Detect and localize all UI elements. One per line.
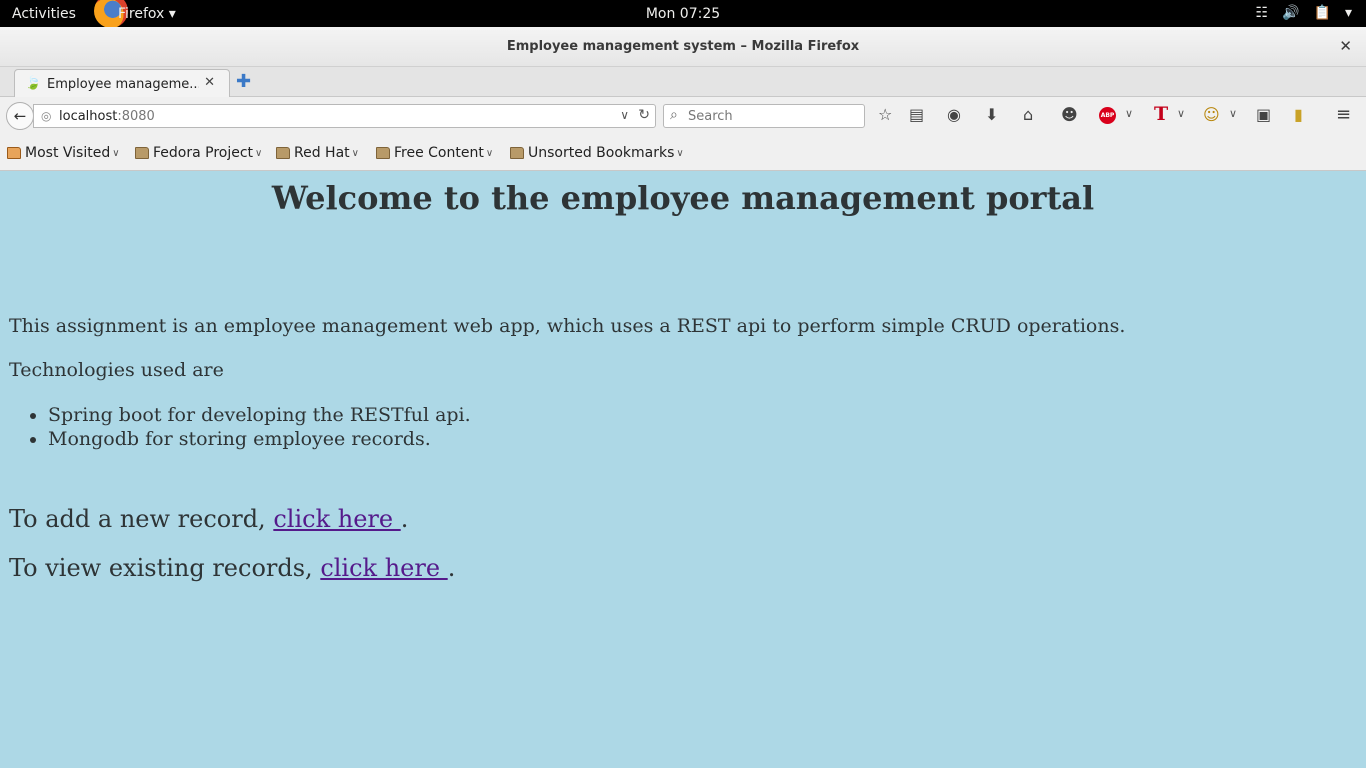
bookmarks-menu-icon[interactable]: ▤ xyxy=(909,106,924,124)
page-title: Welcome to the employee management porta… xyxy=(271,179,1095,217)
tab-close-button[interactable]: ✕ xyxy=(204,75,215,90)
font-extension-icon[interactable]: T xyxy=(1154,103,1168,125)
search-bar[interactable]: ⌕ xyxy=(663,104,865,128)
screenshot-extension-icon[interactable]: ▣ xyxy=(1256,106,1271,124)
window-title-bar: Employee management system – Mozilla Fir… xyxy=(0,27,1366,67)
most-visited-folder-icon xyxy=(7,147,21,159)
add-record-line: To add a new record, click here . xyxy=(9,505,408,533)
view-records-link[interactable]: click here xyxy=(320,554,447,582)
search-icon: ⌕ xyxy=(670,107,678,123)
add-record-period: . xyxy=(400,505,409,533)
bookmark-label: Free Content xyxy=(394,145,484,161)
chevron-down-icon: ∨ xyxy=(112,147,120,159)
greasemonkey-dropdown-icon[interactable]: ∨ xyxy=(1229,107,1237,120)
tab-label: Employee manageme... xyxy=(47,76,199,92)
url-host: localhost xyxy=(59,109,118,124)
bookmark-label: Most Visited xyxy=(25,145,111,161)
adblock-dropdown-icon[interactable]: ∨ xyxy=(1125,107,1133,120)
bookmark-label: Red Hat xyxy=(294,145,350,161)
bookmark-most-visited[interactable]: Most Visited ∨ xyxy=(7,145,120,161)
folder-icon xyxy=(135,147,149,159)
bookmark-free-content[interactable]: Free Content ∨ xyxy=(376,145,493,161)
system-menu-caret: ▾ xyxy=(1344,5,1352,21)
font-extension-dropdown-icon[interactable]: ∨ xyxy=(1177,107,1185,120)
folder-icon xyxy=(376,147,390,159)
tab-strip: 🍃 Employee manageme... ✕ ✚ xyxy=(0,67,1366,98)
bookmark-fedora-project[interactable]: Fedora Project ∨ xyxy=(135,145,262,161)
system-top-bar: Activities Firefox ▾ Mon 07:25 ☷ 🔊 📋 ▾ xyxy=(0,0,1366,28)
site-identity-icon[interactable]: ◎ xyxy=(41,109,51,123)
page-content: Welcome to the employee management porta… xyxy=(0,171,1366,768)
hamburger-menu-icon[interactable]: ≡ xyxy=(1336,106,1351,124)
chevron-down-icon: ∨ xyxy=(676,147,684,159)
url-text[interactable]: localhost:8080 xyxy=(59,109,155,124)
add-record-text: To add a new record, xyxy=(9,505,274,533)
technologies-heading: Technologies used are xyxy=(9,359,224,381)
tab-employee-management[interactable]: 🍃 Employee manageme... ✕ xyxy=(14,69,230,98)
chevron-down-icon: ∨ xyxy=(485,147,494,159)
bookmark-unsorted[interactable]: Unsorted Bookmarks ∨ xyxy=(510,145,684,161)
view-records-line: To view existing records, click here . xyxy=(9,554,455,582)
window-title: Employee management system – Mozilla Fir… xyxy=(506,39,860,54)
spring-leaf-icon: 🍃 xyxy=(25,76,42,91)
battery-icon: 📋 xyxy=(1313,5,1331,21)
activities-button[interactable]: Activities xyxy=(12,6,76,22)
list-item: Mongodb for storing employee records. xyxy=(48,427,471,451)
view-records-text: To view existing records, xyxy=(9,554,321,582)
bookmark-red-hat[interactable]: Red Hat ∨ xyxy=(276,145,359,161)
chevron-down-icon: ∨ xyxy=(255,147,263,159)
url-bar[interactable]: ◎ localhost:8080 ∨ ↻ xyxy=(33,104,656,128)
system-tray[interactable]: ☷ 🔊 📋 ▾ xyxy=(1256,5,1352,21)
technologies-list: Spring boot for developing the RESTful a… xyxy=(48,403,471,451)
intro-paragraph: This assignment is an employee managemen… xyxy=(9,315,1126,337)
bookmark-label: Unsorted Bookmarks xyxy=(528,145,675,161)
view-records-period: . xyxy=(447,554,456,582)
wifi-icon: ☷ xyxy=(1255,5,1269,21)
folder-icon xyxy=(276,147,290,159)
chevron-down-icon: ∨ xyxy=(351,147,359,159)
back-button[interactable]: ← xyxy=(6,102,34,130)
window-close-button[interactable]: ✕ xyxy=(1339,37,1352,55)
new-tab-button[interactable]: ✚ xyxy=(236,71,251,92)
bookmarks-toolbar: Most Visited ∨ Fedora Project ∨ Red Hat … xyxy=(0,135,1366,171)
add-record-link[interactable]: click here xyxy=(273,505,400,533)
volume-icon: 🔊 xyxy=(1282,5,1300,21)
notes-extension-icon[interactable]: ▮ xyxy=(1294,106,1303,124)
search-input[interactable] xyxy=(688,107,858,125)
folder-icon xyxy=(510,147,524,159)
url-history-dropdown-icon[interactable]: ∨ xyxy=(620,108,629,122)
greasemonkey-icon[interactable]: ☺ xyxy=(1203,106,1220,124)
app-menu-label: Firefox ▾ xyxy=(118,6,176,22)
navigation-toolbar: ← ◎ localhost:8080 ∨ ↻ ⌕ ☆ ▤ ◉ ⬇ ⌂ ☻ ABP… xyxy=(0,97,1366,135)
bookmark-star-icon[interactable]: ☆ xyxy=(878,106,892,124)
list-item: Spring boot for developing the RESTful a… xyxy=(48,403,471,427)
home-icon[interactable]: ⌂ xyxy=(1023,106,1033,124)
downloads-icon[interactable]: ⬇ xyxy=(985,106,998,124)
reload-icon[interactable]: ↻ xyxy=(638,107,650,123)
adblock-plus-icon[interactable]: ABP xyxy=(1099,107,1116,124)
bookmark-label: Fedora Project xyxy=(153,145,254,161)
clock[interactable]: Mon 07:25 xyxy=(0,6,1366,22)
pocket-icon[interactable]: ◉ xyxy=(947,106,961,124)
back-arrow-icon: ← xyxy=(13,107,27,125)
url-port: :8080 xyxy=(117,109,155,124)
hello-chat-icon[interactable]: ☻ xyxy=(1061,106,1078,124)
